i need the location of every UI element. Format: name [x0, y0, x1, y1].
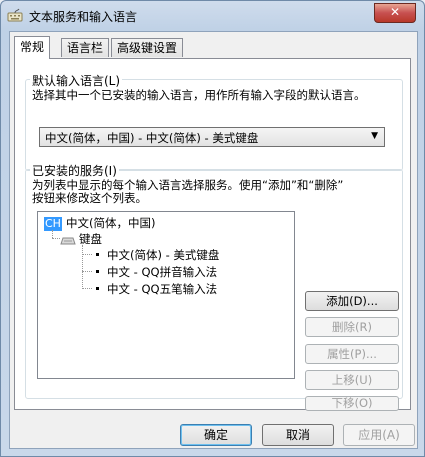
installed-services-description-line2: 按钮来修改这个列表。 [32, 191, 147, 205]
tab-label: 高级键设置 [117, 41, 178, 55]
bullet-icon [96, 287, 99, 290]
window-title: 文本服务和输入语言 [29, 10, 138, 24]
tree-language-node[interactable]: CH 中文(简体，中国) [44, 215, 155, 231]
keyboard-icon [7, 8, 23, 22]
chevron-down-icon: ▼ [371, 131, 378, 141]
tree-item-label: 中文 - QQ拼音输入法 [107, 265, 218, 279]
ok-button[interactable]: 确定 [180, 424, 252, 446]
selected-language: 中文(简体，中国) - 中文(简体) - 美式键盘 [45, 131, 259, 145]
move-up-button[interactable]: 上移(U) [305, 370, 399, 390]
tab-general[interactable]: 常规 [14, 36, 51, 59]
default-language-group: 默认输入语言(L) 选择其中一个已安装的输入语言，用作所有输入字段的默认语言。 [25, 72, 403, 171]
tab-label: 常规 [20, 40, 45, 54]
tab-language-bar[interactable]: 语言栏 [61, 38, 110, 57]
dialog-window: 文本服务和输入语言 ✕ 常规 语言栏 高级键设置 默认输入语言(L) 选择其中一… [0, 0, 425, 457]
close-button[interactable]: ✕ [374, 3, 416, 23]
title-bar[interactable]: 文本服务和输入语言 ✕ [1, 1, 424, 31]
dialog-client-area: 常规 语言栏 高级键设置 默认输入语言(L) 选择其中一个已安装的输入语言，用作… [9, 31, 418, 449]
tree-item[interactable]: 中文 - QQ五笔输入法 [96, 281, 217, 297]
remove-button[interactable]: 删除(R) [305, 317, 399, 337]
group-title: 已安装的服务(I) [30, 162, 119, 179]
category-label: 键盘 [79, 232, 102, 246]
tree-keyboard-node[interactable]: 键盘 [60, 231, 102, 247]
default-language-description: 选择其中一个已安装的输入语言，用作所有输入字段的默认语言。 [32, 88, 366, 102]
cancel-button[interactable]: 取消 [262, 424, 334, 446]
group-title: 默认输入语言(L) [30, 72, 123, 89]
close-icon: ✕ [389, 5, 401, 19]
tab-label: 语言栏 [67, 41, 104, 55]
tree-item-label: 中文 - QQ五笔输入法 [107, 282, 218, 296]
installed-services-description-line1: 为列表中显示的每个输入语言选择服务。使用“添加”和“删除” [32, 178, 344, 192]
tree-item[interactable]: 中文(简体) - 美式键盘 [96, 247, 219, 263]
default-language-select[interactable]: 中文(简体，中国) - 中文(简体) - 美式键盘 ▼ [39, 127, 385, 147]
tab-advanced-key-settings[interactable]: 高级键设置 [111, 38, 184, 57]
move-down-button[interactable]: 下移(O) [305, 396, 399, 411]
services-tree[interactable]: CH 中文(简体，中国) 键盘 中文(简体) - 美式键盘 中文 - QQ拼音输… [37, 211, 295, 379]
apply-button[interactable]: 应用(A) [343, 424, 415, 446]
tab-page-general: 默认输入语言(L) 选择其中一个已安装的输入语言，用作所有输入字段的默认语言。 … [14, 58, 411, 411]
bullet-icon [96, 253, 99, 256]
keyboard-icon [60, 237, 76, 245]
tree-item-label: 中文(简体) - 美式键盘 [107, 248, 220, 262]
language-label: 中文(简体，中国) [65, 216, 156, 230]
bullet-icon [96, 270, 99, 273]
tree-item[interactable]: 中文 - QQ拼音输入法 [96, 264, 217, 280]
language-badge: CH [44, 217, 62, 231]
add-button[interactable]: 添加(D)... [305, 291, 399, 311]
properties-button[interactable]: 属性(P)... [305, 344, 399, 364]
